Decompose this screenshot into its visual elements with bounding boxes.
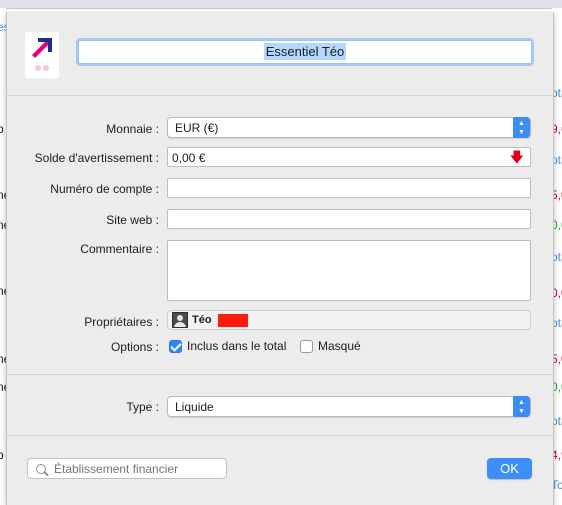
- hidden-label: Masqué: [318, 339, 361, 353]
- account-name-field[interactable]: Essentiel Téo: [78, 40, 532, 64]
- options-divider: [7, 374, 553, 375]
- account-logo[interactable]: [25, 32, 59, 78]
- website-field[interactable]: [167, 209, 531, 229]
- warning-balance-value: 0,00 €: [172, 151, 206, 165]
- owner-name: Téo: [192, 314, 212, 326]
- type-value: Liquide: [175, 400, 214, 414]
- ok-button[interactable]: OK: [487, 458, 532, 479]
- owners-token-field[interactable]: Téo: [167, 310, 531, 330]
- include-in-total-label: Inclus dans le total: [187, 339, 287, 353]
- type-label: Type :: [126, 400, 159, 414]
- currency-value: EUR (€): [175, 121, 219, 135]
- comment-textarea[interactable]: [167, 240, 531, 301]
- financial-institution-search[interactable]: [27, 458, 227, 479]
- currency-select[interactable]: EUR (€) ▲ ▼: [167, 117, 531, 138]
- account-name-value: Essentiel Téo: [263, 43, 347, 60]
- include-in-total-checkbox[interactable]: Inclus dans le total: [169, 339, 286, 353]
- arrow-logo-icon: [32, 38, 52, 71]
- warning-balance-label: Solde d'avertissement :: [34, 151, 159, 165]
- background-window-titlebar: [0, 0, 562, 9]
- financial-institution-input[interactable]: [54, 461, 214, 476]
- redaction-mark: [217, 313, 248, 327]
- person-icon: [172, 312, 188, 328]
- down-arrow-icon[interactable]: 🡇: [510, 149, 524, 165]
- checkbox-unchecked-icon: [300, 339, 313, 353]
- owners-label: Propriétaires :: [84, 315, 159, 329]
- account-number-label: Numéro de compte :: [50, 182, 159, 196]
- footer-divider: [7, 435, 553, 436]
- account-number-field[interactable]: [167, 178, 531, 198]
- website-label: Site web :: [106, 213, 159, 227]
- search-icon: [36, 463, 46, 474]
- options-label: Options :: [110, 340, 159, 354]
- warning-balance-field[interactable]: 0,00 € 🡇: [167, 147, 531, 167]
- header-divider: [7, 95, 553, 96]
- currency-label: Monnaie :: [106, 122, 159, 136]
- owner-token[interactable]: Téo: [172, 312, 248, 328]
- comment-label: Commentaire :: [80, 242, 159, 256]
- type-select[interactable]: Liquide ▲ ▼: [167, 396, 531, 417]
- account-edit-sheet: Essentiel Téo Monnaie : EUR (€) ▲ ▼ Solde…: [6, 12, 554, 505]
- popup-stepper-icon: ▲ ▼: [513, 396, 530, 417]
- checkbox-checked-icon: [169, 339, 182, 353]
- hidden-checkbox[interactable]: Masqué: [300, 339, 361, 353]
- popup-stepper-icon: ▲ ▼: [513, 117, 530, 138]
